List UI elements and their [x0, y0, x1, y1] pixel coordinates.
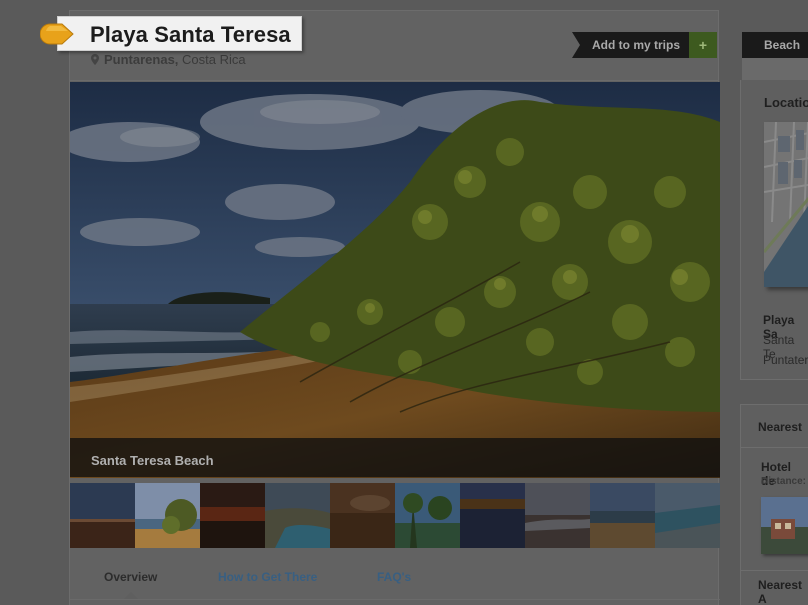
content-tabs: Overview How to Get There FAQ's: [70, 566, 720, 590]
tab-how-to-get-there[interactable]: How to Get There: [218, 570, 317, 584]
thumbnail[interactable]: [330, 483, 395, 548]
add-to-trips-button[interactable]: Add to my trips +: [572, 32, 718, 58]
photo-caption: Santa Teresa Beach: [91, 453, 214, 468]
active-tab-indicator: [124, 592, 138, 599]
nearest-heading: Nearest: [758, 420, 803, 434]
photo-caption-bar: Santa Teresa Beach: [70, 438, 720, 477]
tab-faqs[interactable]: FAQ's: [377, 570, 411, 584]
thumbnail[interactable]: [200, 483, 265, 548]
place-title-box: Playa Santa Teresa: [57, 16, 302, 51]
thumbnail[interactable]: [590, 483, 655, 548]
header-divider: [70, 80, 719, 81]
nearest-hotel-photo[interactable]: [761, 497, 808, 554]
location-heading: Locatio: [764, 95, 808, 110]
thumbnail[interactable]: [460, 483, 525, 548]
thumbnail-strip: [70, 483, 720, 548]
thumbnail[interactable]: [395, 483, 460, 548]
tab-overview[interactable]: Overview: [104, 570, 157, 584]
location-map[interactable]: [764, 122, 808, 287]
nearest-hotel-distance: Distance:: [761, 476, 807, 487]
location-line: Puntarenas, Costa Rica: [91, 52, 246, 67]
location-country[interactable]: Costa Rica: [182, 52, 246, 67]
nearest-heading-2: Nearest A: [758, 578, 803, 605]
sidebar-strip: [742, 58, 808, 80]
nearest-divider-2: [741, 570, 808, 571]
thumbnail[interactable]: [70, 483, 135, 548]
page-title: Playa Santa Teresa: [90, 22, 291, 47]
thumbnail[interactable]: [525, 483, 590, 548]
thumbnail[interactable]: [265, 483, 330, 548]
tabs-divider: [70, 599, 720, 600]
title-marker-icon: [40, 23, 74, 45]
nearest-divider: [741, 447, 808, 448]
location-region[interactable]: Puntarenas,: [104, 52, 178, 67]
thumbnail-selected[interactable]: [135, 483, 200, 548]
category-tag[interactable]: Beach: [742, 32, 808, 58]
plus-icon[interactable]: +: [689, 32, 718, 58]
thumbnail[interactable]: [655, 483, 720, 548]
hero-photo[interactable]: [70, 82, 720, 478]
map-pin-icon: [91, 54, 99, 65]
location-place-line3: Puntater: [763, 353, 808, 367]
add-to-trips-label[interactable]: Add to my trips: [572, 32, 690, 58]
